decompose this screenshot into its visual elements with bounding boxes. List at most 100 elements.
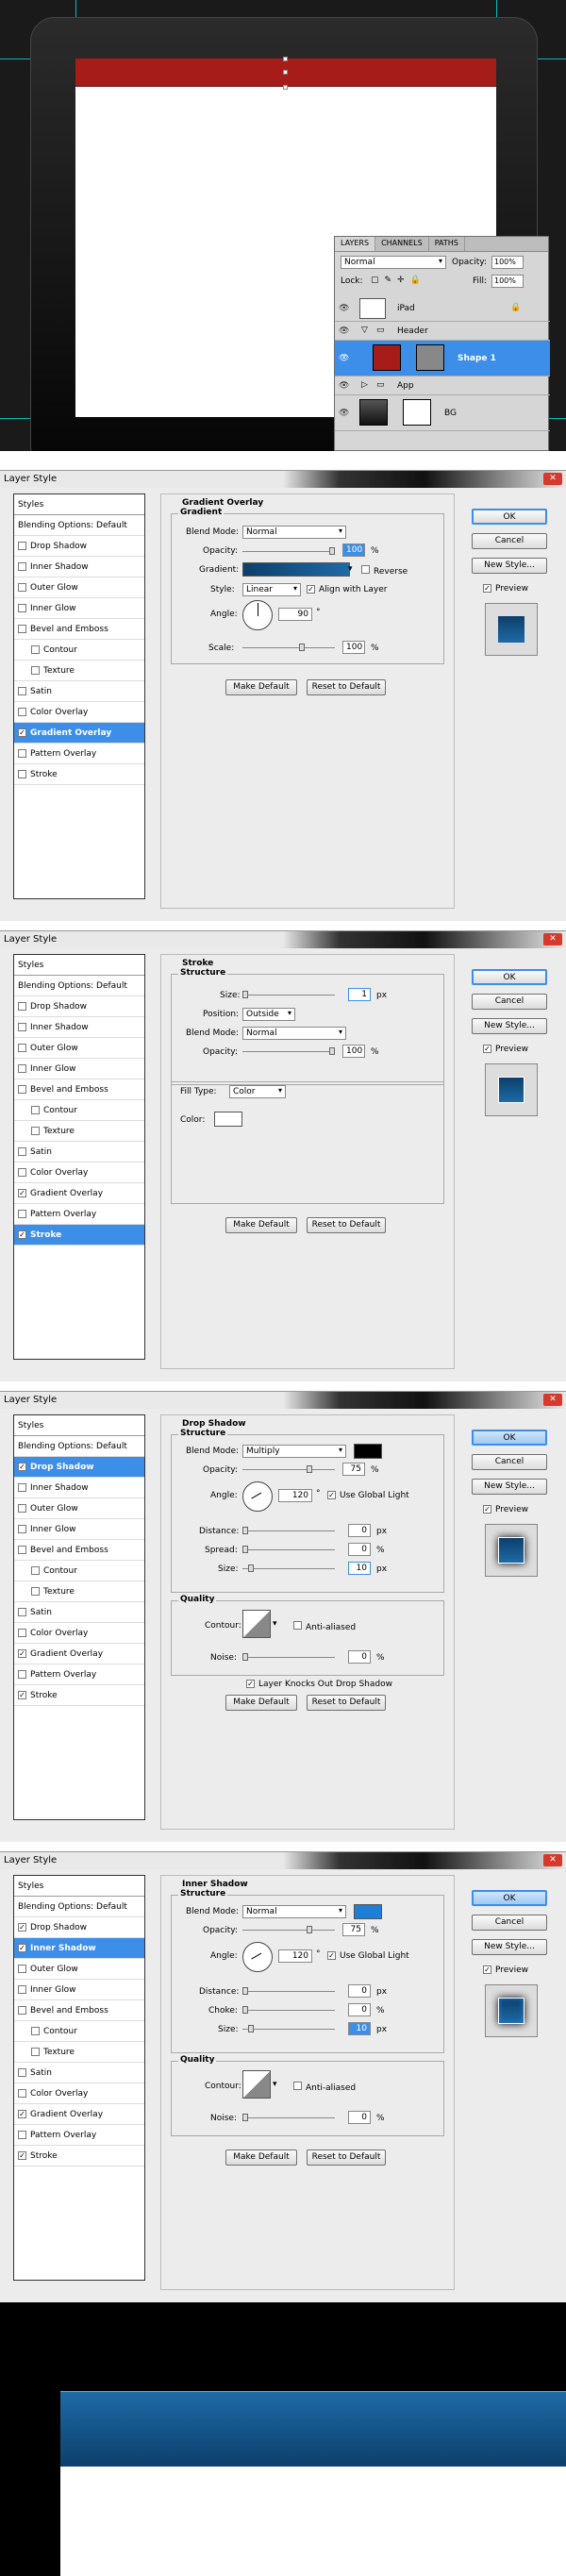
slider-thumb[interactable] (248, 2025, 254, 2032)
style-texture[interactable]: Texture (14, 2042, 144, 2063)
checkbox[interactable] (18, 1064, 26, 1073)
make-default-button[interactable]: Make Default (225, 2149, 297, 2166)
spread-input[interactable]: 0 (348, 1543, 371, 1556)
checkbox[interactable] (31, 1566, 40, 1575)
gradient-style-select[interactable]: Linear (242, 583, 301, 596)
checkbox[interactable] (31, 645, 40, 654)
checkbox[interactable] (31, 1106, 40, 1114)
eye-icon[interactable]: 👁 (339, 354, 350, 363)
checkbox[interactable]: ✓ (327, 1491, 336, 1499)
checkbox[interactable] (18, 1147, 26, 1156)
slider-thumb[interactable] (248, 1564, 254, 1572)
style-outer-glow[interactable]: Outer Glow (14, 1498, 144, 1519)
spread-slider[interactable] (242, 1549, 335, 1550)
new-style-button[interactable]: New Style... (472, 1479, 547, 1495)
style-inner-shadow[interactable]: ✓ Inner Shadow (14, 1938, 144, 1959)
choke-input[interactable]: 0 (348, 2003, 371, 2016)
checkbox[interactable] (293, 2082, 302, 2090)
style-pattern-overlay[interactable]: Pattern Overlay (14, 744, 144, 764)
layer-blend-mode-select[interactable]: Normal (341, 256, 446, 269)
make-default-button[interactable]: Make Default (225, 679, 297, 695)
tab-channels[interactable]: CHANNELS (375, 237, 429, 251)
size-slider[interactable] (242, 1568, 335, 1569)
style-gradient-overlay[interactable]: ✓ Gradient Overlay (14, 1644, 144, 1664)
new-style-button[interactable]: New Style... (472, 1018, 547, 1034)
angle-input[interactable]: 120 (278, 1949, 312, 1963)
blend-mode-select[interactable]: Normal (242, 1905, 346, 1918)
position-select[interactable]: Outside (242, 1008, 295, 1021)
style-bevel-emboss[interactable]: Bevel and Emboss (14, 1540, 144, 1561)
layer-row-ipad[interactable]: 👁 iPad 🔒 (335, 295, 550, 322)
cancel-button[interactable]: Cancel (472, 533, 547, 549)
reverse-checkbox[interactable]: Reverse (361, 565, 408, 577)
style-inner-shadow[interactable]: Inner Shadow (14, 557, 144, 577)
eye-icon[interactable]: 👁 (339, 304, 350, 313)
checkbox[interactable] (18, 625, 26, 633)
checkbox[interactable]: ✓ (483, 584, 491, 593)
opacity-input[interactable]: 75 (342, 1463, 365, 1476)
distance-slider[interactable] (242, 1991, 335, 1992)
close-icon[interactable]: ✕ (543, 473, 562, 485)
checkbox[interactable]: ✓ (18, 1230, 26, 1239)
checkbox[interactable]: ✓ (483, 1965, 491, 1974)
checkbox[interactable]: ✓ (307, 585, 315, 594)
slider-thumb[interactable] (242, 2114, 248, 2121)
checkbox[interactable] (18, 583, 26, 592)
make-default-button[interactable]: Make Default (225, 1217, 297, 1233)
checkbox[interactable] (18, 1210, 26, 1218)
opacity-input[interactable]: 100 (342, 544, 365, 557)
opacity-slider[interactable] (242, 1051, 335, 1052)
layer-opacity-input[interactable]: 100% (491, 256, 524, 269)
styles-header[interactable]: Styles (14, 494, 144, 515)
style-color-overlay[interactable]: Color Overlay (14, 702, 144, 723)
noise-input[interactable]: 0 (348, 1650, 371, 1664)
contour-picker[interactable] (242, 2070, 271, 2099)
dialog-titlebar[interactable] (0, 1392, 566, 1409)
lock-icons[interactable]: ▢✎✛🔒 (371, 276, 426, 285)
eye-icon[interactable]: 👁 (339, 381, 350, 391)
checkbox[interactable] (18, 749, 26, 758)
styles-header[interactable]: Styles (14, 1415, 144, 1436)
opacity-input[interactable]: 100 (342, 1045, 365, 1058)
style-contour[interactable]: Contour (14, 1100, 144, 1121)
checkbox[interactable] (18, 2068, 26, 2077)
style-texture[interactable]: Texture (14, 1581, 144, 1602)
style-stroke[interactable]: ✓ Stroke (14, 1225, 144, 1246)
style-bevel-emboss[interactable]: Bevel and Emboss (14, 2000, 144, 2021)
checkbox[interactable] (18, 1085, 26, 1094)
global-light-checkbox[interactable]: ✓ Use Global Light (327, 1951, 409, 1961)
size-input[interactable]: 10 (348, 2022, 371, 2035)
anti-aliased-checkbox[interactable]: Anti-aliased (293, 1621, 356, 1632)
chevron-down-icon[interactable]: ▾ (273, 1619, 277, 1629)
gradient-picker[interactable] (242, 562, 350, 577)
checkbox[interactable]: ✓ (18, 1649, 26, 1658)
checkbox[interactable] (31, 2027, 40, 2035)
checkbox[interactable] (18, 2089, 26, 2098)
checkbox[interactable] (361, 565, 370, 574)
angle-dial[interactable] (242, 1481, 273, 1512)
checkbox[interactable] (18, 542, 26, 550)
checkbox[interactable] (18, 562, 26, 571)
style-pattern-overlay[interactable]: Pattern Overlay (14, 2125, 144, 2146)
blending-options[interactable]: Blending Options: Default (14, 1436, 144, 1457)
checkbox[interactable] (31, 2048, 40, 2056)
preview-checkbox[interactable]: ✓ Preview (483, 1045, 528, 1054)
angle-dial[interactable] (242, 1942, 273, 1972)
layer-fill-input[interactable]: 100% (491, 275, 524, 288)
checkbox[interactable] (18, 1608, 26, 1616)
style-texture[interactable]: Texture (14, 661, 144, 681)
style-inner-shadow[interactable]: Inner Shadow (14, 1478, 144, 1498)
checkbox[interactable] (18, 1023, 26, 1031)
slider-thumb[interactable] (242, 991, 248, 998)
blending-options[interactable]: Blending Options: Default (14, 1897, 144, 1917)
style-stroke[interactable]: ✓ Stroke (14, 1685, 144, 1706)
checkbox[interactable] (18, 687, 26, 695)
checkbox[interactable] (18, 1168, 26, 1177)
checkbox[interactable]: ✓ (246, 1680, 255, 1688)
style-inner-glow[interactable]: Inner Glow (14, 1519, 144, 1540)
knocks-out-checkbox[interactable]: ✓ Layer Knocks Out Drop Shadow (246, 1680, 392, 1689)
styles-header[interactable]: Styles (14, 955, 144, 976)
layer-row-header[interactable]: 👁 ▽ ▭ Header (335, 322, 550, 341)
checkbox[interactable]: ✓ (18, 2110, 26, 2118)
slider-thumb[interactable] (242, 1987, 248, 1995)
